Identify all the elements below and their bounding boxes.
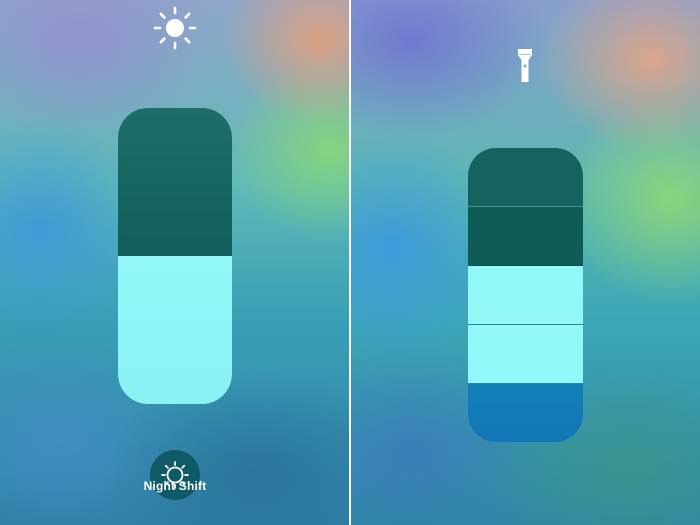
flashlight-level-4[interactable] (468, 148, 583, 206)
brightness-level-fill (118, 256, 232, 404)
flashlight-base (468, 384, 583, 442)
flashlight-panel (351, 0, 700, 525)
brightness-slider[interactable] (118, 108, 232, 404)
segment-divider (468, 265, 583, 266)
flashlight-level-2[interactable] (468, 266, 583, 324)
brightness-panel: Night Shift (0, 0, 349, 525)
flashlight-level-3[interactable] (468, 207, 583, 265)
sun-icon (153, 6, 197, 50)
flashlight-icon (518, 49, 532, 82)
segment-divider (468, 383, 583, 384)
segment-divider (468, 324, 583, 325)
flashlight-intensity-slider[interactable] (468, 148, 583, 442)
control-center-comparison: Night Shift (0, 0, 700, 525)
segment-divider (468, 206, 583, 207)
night-shift-label: Night Shift (143, 479, 207, 493)
flashlight-level-1[interactable] (468, 325, 583, 383)
